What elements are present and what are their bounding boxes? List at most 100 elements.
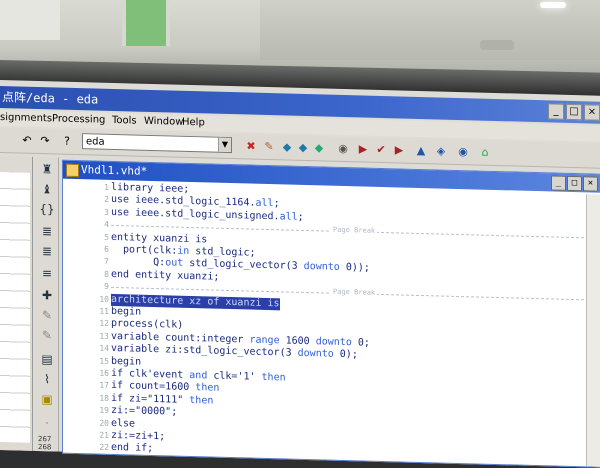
page-break-label: Page Break	[331, 287, 378, 298]
line-number: 2	[104, 195, 109, 205]
code-keyword: downto	[303, 261, 340, 274]
line-number: 15	[99, 356, 109, 366]
maximize-button[interactable]: □	[566, 103, 582, 121]
insert-block-icon[interactable]: ▤	[39, 351, 55, 367]
line-number: 18	[99, 393, 109, 403]
minimize-button[interactable]: _	[548, 103, 564, 120]
code-text: end entity xuanzi;	[111, 268, 220, 283]
toggle-icon[interactable]: ▣	[39, 391, 55, 407]
code-text: clk='1'	[207, 370, 262, 383]
code-text: library ieee;	[111, 181, 190, 195]
menu-tools[interactable]: Tools	[112, 113, 137, 130]
code-line[interactable]: else	[111, 418, 135, 431]
line-number: 9	[104, 281, 109, 292]
ceiling-lamp	[540, 2, 566, 8]
code-keyword: then	[195, 382, 220, 395]
close-button[interactable]: ×	[584, 104, 600, 121]
line-number: 8	[104, 269, 109, 279]
project-navigator	[0, 156, 33, 451]
line-number: 10	[99, 294, 109, 304]
file-icon	[66, 163, 79, 178]
project-combo[interactable]: eda ▼	[82, 133, 232, 154]
menu-help[interactable]: Help	[182, 115, 205, 132]
compile-icon[interactable]: ◆	[280, 140, 294, 154]
timing-icon[interactable]: ▶	[392, 143, 406, 157]
menu-assignments[interactable]: signments	[0, 110, 52, 127]
code-text: if clk'event	[111, 367, 190, 381]
code-text: else	[111, 417, 136, 430]
code-area[interactable]: 1 library ieee; 2 use ieee.std_logic_1164.a…	[63, 181, 600, 467]
monitor-screen: 点阵/eda - eda _ □ × signments Processing …	[0, 80, 600, 468]
insert-template-icon[interactable]: ✚	[39, 287, 55, 303]
programmer-icon[interactable]: ◉	[456, 145, 470, 159]
vhdl-editor-window[interactable]: Vhdl1.vhd* _ □ × 1 library ieee; 2 use ieee…	[62, 159, 600, 468]
code-text: 0));	[339, 262, 370, 275]
line-number: 12	[99, 318, 109, 329]
line-number: 6	[104, 244, 109, 254]
code-line[interactable]: begin	[111, 306, 141, 319]
undo-icon[interactable]: ↶	[20, 134, 34, 148]
code-keyword: downto	[315, 336, 352, 349]
code-text: 0);	[333, 348, 358, 361]
stop-icon[interactable]: ◉	[336, 142, 350, 156]
line-number: 1	[104, 182, 109, 192]
ceiling	[260, 0, 600, 60]
projector	[480, 40, 514, 50]
code-line[interactable]: zi:=zi+1;	[111, 430, 165, 443]
bookmark-icon[interactable]: ≡	[39, 265, 55, 281]
netlist-icon[interactable]: ▲	[414, 144, 428, 158]
code-keyword: and	[189, 369, 208, 382]
line-number: 20	[99, 418, 109, 428]
code-text: Q:	[111, 256, 166, 269]
start-compilation-icon[interactable]: ▶	[356, 142, 370, 156]
editor-file-name: Vhdl1.vhd*	[81, 163, 148, 178]
code-line[interactable]: begin	[111, 356, 141, 369]
code-text: if zi="1111"	[111, 392, 190, 406]
line-number: 17	[99, 380, 109, 391]
synthesis-icon[interactable]: ◆	[312, 141, 326, 155]
chevron-down-icon[interactable]: ▼	[218, 137, 231, 153]
line-number: 16	[99, 368, 109, 378]
brackets-icon[interactable]: {}	[39, 201, 55, 217]
line-number: 5	[104, 232, 109, 242]
chip-planner-icon[interactable]: ◈	[434, 144, 448, 158]
redo-icon[interactable]: ↷	[38, 134, 52, 148]
analyze-icon[interactable]: ◆	[296, 141, 310, 155]
find-icon[interactable]: ♜	[39, 161, 55, 177]
pin-planner-icon[interactable]: ✖	[244, 139, 258, 153]
code-text: 1600	[279, 335, 316, 348]
edit-icon[interactable]: ✎	[262, 140, 276, 154]
code-text: end if;	[111, 442, 154, 455]
line-counter-bottom: 268	[38, 442, 52, 452]
code-text: port(clk:	[111, 243, 178, 257]
line-number: 3	[104, 207, 109, 217]
home-icon[interactable]: ⌂	[478, 146, 492, 160]
line-number: 22	[99, 442, 109, 453]
unindent-icon[interactable]: ≣	[39, 243, 55, 259]
project-combo-value: eda	[86, 136, 105, 148]
code-line[interactable]: end if;	[111, 442, 153, 455]
context-help-icon[interactable]: ?	[60, 135, 74, 149]
indent-icon[interactable]: ≣	[39, 223, 55, 239]
editor-close-button[interactable]: ×	[583, 176, 598, 192]
code-text: ;	[297, 211, 304, 223]
find-replace-icon[interactable]: ♝	[39, 181, 55, 197]
start-analysis-icon[interactable]: ✔	[374, 143, 388, 157]
code-keyword: downto	[297, 347, 334, 360]
code-line[interactable]: end entity xuanzi;	[111, 269, 219, 284]
code-text: if count=1600	[111, 380, 196, 394]
window-trees	[122, 0, 170, 46]
comment-icon[interactable]: ✎	[39, 307, 55, 323]
editor-minimize-button[interactable]: _	[551, 175, 566, 191]
menu-window[interactable]: Window	[144, 114, 183, 131]
attach-icon[interactable]: ⌇	[39, 371, 55, 387]
editor-maximize-button[interactable]: □	[567, 175, 582, 192]
vertical-scrollbar[interactable]	[586, 194, 600, 467]
menu-processing[interactable]: Processing	[52, 111, 105, 128]
uncomment-icon[interactable]: ✎	[39, 327, 55, 343]
line-number: 11	[99, 306, 109, 316]
navigator-grid	[0, 172, 30, 443]
code-text: 0;	[351, 337, 370, 349]
code-text: process(clk)	[111, 318, 184, 332]
line-number: 14	[99, 343, 109, 354]
